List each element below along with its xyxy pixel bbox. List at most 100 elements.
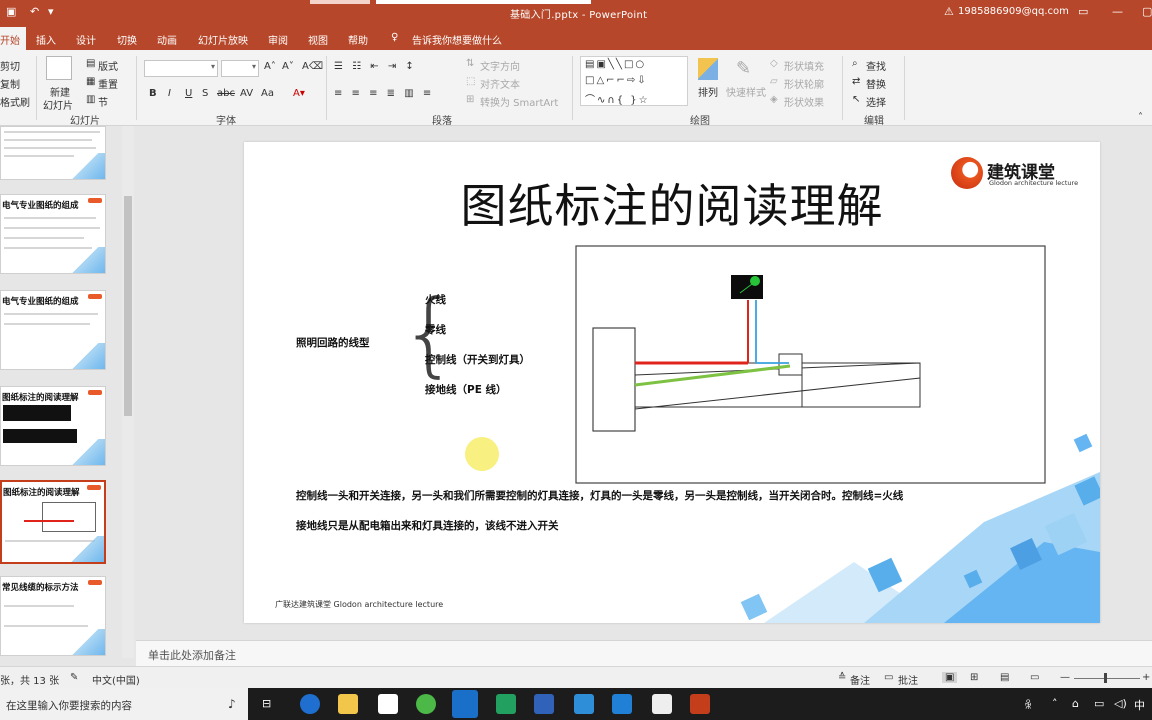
photos-icon[interactable]: [652, 694, 672, 714]
slide-thumbnail[interactable]: 电气专业图纸的组成: [0, 290, 106, 370]
spell-check-icon[interactable]: ✎: [70, 672, 78, 683]
undo-icon[interactable]: ↶: [30, 5, 39, 18]
new-slide-label-2[interactable]: 幻灯片: [43, 97, 73, 112]
cut-button[interactable]: 剪切: [0, 58, 20, 73]
language-indicator[interactable]: 中文(中国): [92, 672, 140, 687]
tab-insert[interactable]: 插入: [36, 32, 56, 47]
reading-view-icon[interactable]: ▤: [1000, 672, 1009, 683]
slide-thumbnail[interactable]: [0, 126, 106, 180]
shape-effects-button[interactable]: 形状效果: [784, 94, 824, 109]
arrange-icon[interactable]: [698, 58, 718, 80]
thumbnail-scroll-thumb[interactable]: [124, 196, 132, 416]
app-icon[interactable]: [612, 694, 632, 714]
tab-transitions[interactable]: 切换: [117, 32, 137, 47]
change-case-button[interactable]: Aa: [261, 88, 274, 99]
section-button[interactable]: 节: [98, 94, 108, 109]
app-icon[interactable]: [452, 690, 478, 718]
note-control-line[interactable]: 控制线一头和开关连接，另一头和我们所需要控制的灯具连接，灯具的一头是零线，另一头…: [296, 488, 903, 503]
zoom-in-icon[interactable]: +: [1142, 672, 1150, 683]
shape-outline-button[interactable]: 形状轮廓: [784, 76, 824, 91]
taskbar-search-input[interactable]: 在这里输入你要搜索的内容: [6, 698, 132, 713]
app-icon[interactable]: [416, 694, 436, 714]
customize-toolbar-icon[interactable]: ▾: [48, 5, 54, 18]
tray-chevron-icon[interactable]: ˄: [1052, 697, 1058, 710]
maximize-icon[interactable]: ▢: [1142, 5, 1152, 18]
replace-button[interactable]: 替换: [866, 76, 886, 91]
line-type-item[interactable]: 控制线（开关到灯具）: [425, 352, 530, 367]
slide-thumbnail[interactable]: 电气专业图纸的组成: [0, 194, 106, 274]
thumbnail-scrollbar[interactable]: [122, 126, 134, 658]
tell-me-search[interactable]: 告诉我你想要做什么: [412, 32, 502, 47]
task-view-icon[interactable]: ⊟: [262, 697, 271, 710]
edge-browser-icon[interactable]: [300, 694, 320, 714]
slide-canvas[interactable]: 建筑课堂 Glodon architecture lecture 图纸标注的阅读…: [244, 142, 1100, 623]
cad-app-icon[interactable]: [534, 694, 554, 714]
new-slide-icon[interactable]: [46, 56, 72, 80]
slide-title[interactable]: 图纸标注的阅读理解: [244, 170, 1100, 236]
tab-review[interactable]: 审阅: [268, 32, 288, 47]
slide-sorter-icon[interactable]: ⊞: [970, 672, 978, 683]
copy-button[interactable]: 复制: [0, 76, 20, 91]
slideshow-icon[interactable]: ▭: [1030, 672, 1039, 683]
align-text-button[interactable]: 对齐文本: [480, 76, 520, 91]
tab-design[interactable]: 设计: [76, 32, 96, 47]
taskbar-search[interactable]: 在这里输入你要搜索的内容 ♪: [0, 688, 248, 720]
ribbon-display-icon[interactable]: ▭: [1078, 5, 1088, 18]
note-earth-line[interactable]: 接地线只是从配电箱出来和灯具连接的，该线不进入开关: [296, 518, 559, 533]
font-size-combo[interactable]: [221, 60, 259, 77]
arrange-button[interactable]: 排列: [698, 84, 718, 99]
italic-button[interactable]: I: [168, 88, 171, 99]
file-explorer-icon[interactable]: [338, 694, 358, 714]
align-buttons-icon[interactable]: ≡ ≡ ≡ ≣ ▥ ≡: [334, 88, 434, 99]
notes-pane[interactable]: 单击此处添加备注: [136, 640, 1152, 666]
notes-placeholder[interactable]: 单击此处添加备注: [148, 647, 236, 663]
clear-format-icon[interactable]: A⌫: [302, 61, 323, 72]
shadow-button[interactable]: S: [202, 88, 208, 99]
select-button[interactable]: 选择: [866, 94, 886, 109]
grow-font-icon[interactable]: A˄: [264, 61, 276, 72]
layout-button[interactable]: 版式: [98, 58, 118, 73]
save-icon[interactable]: ▣: [6, 5, 16, 18]
account-name[interactable]: 1985886909@qq.com: [958, 6, 1069, 17]
slide-thumbnail[interactable]: 常见线缆的标示方法: [0, 576, 106, 656]
tab-animations[interactable]: 动画: [157, 32, 177, 47]
mail-icon[interactable]: [378, 694, 398, 714]
slide-thumbnail[interactable]: 图纸标注的阅读理解: [0, 386, 106, 466]
line-type-item[interactable]: 火线: [425, 292, 446, 307]
smartart-button[interactable]: 转换为 SmartArt: [480, 94, 558, 109]
volume-icon[interactable]: ◁): [1114, 697, 1127, 710]
shape-fill-button[interactable]: 形状填充: [784, 58, 824, 73]
line-type-item[interactable]: 零线: [425, 322, 446, 337]
shrink-font-icon[interactable]: A˅: [282, 61, 294, 72]
slide-thumbnail-selected[interactable]: 图纸标注的阅读理解: [0, 480, 106, 564]
font-name-combo[interactable]: [144, 60, 218, 77]
circuit-label[interactable]: 照明回路的线型: [296, 335, 370, 350]
network-icon[interactable]: ⌂: [1072, 697, 1079, 710]
normal-view-icon[interactable]: ▣: [942, 672, 958, 683]
zoom-slider-thumb[interactable]: [1104, 673, 1107, 683]
minimize-icon[interactable]: —: [1112, 5, 1123, 18]
monitor-icon[interactable]: ▭: [1094, 697, 1104, 710]
char-spacing-button[interactable]: AV: [240, 88, 253, 99]
underline-button[interactable]: U: [185, 88, 192, 99]
app-icon[interactable]: [574, 694, 594, 714]
powerpoint-taskbar-icon[interactable]: [690, 694, 710, 714]
tab-slideshow[interactable]: 幻灯片放映: [198, 32, 248, 47]
shapes-gallery[interactable]: ▤▣╲╲□○ □△⌐⌐⇨⇩ ⌒∿∩{ }☆: [580, 56, 688, 106]
list-buttons-icon[interactable]: ☰ ☷ ⇤ ⇥ ↕: [334, 61, 417, 72]
tab-help[interactable]: 帮助: [348, 32, 368, 47]
line-type-item[interactable]: 接地线（PE 线）: [425, 382, 507, 397]
app-icon[interactable]: [496, 694, 516, 714]
notes-toggle[interactable]: 备注: [850, 672, 870, 687]
people-icon[interactable]: ꆜ: [1024, 697, 1033, 712]
bold-button[interactable]: B: [149, 88, 157, 99]
tab-view[interactable]: 视图: [308, 32, 328, 47]
microphone-icon[interactable]: ♪: [228, 697, 236, 711]
comments-toggle[interactable]: 批注: [898, 672, 918, 687]
format-painter-button[interactable]: 格式刷: [0, 94, 30, 109]
ime-indicator[interactable]: 中: [1134, 697, 1145, 713]
text-direction-button[interactable]: 文字方向: [480, 58, 520, 73]
tab-home[interactable]: 开始: [0, 27, 26, 50]
strikethrough-button[interactable]: abc: [217, 88, 235, 99]
quick-styles-button[interactable]: 快速样式: [726, 84, 766, 99]
